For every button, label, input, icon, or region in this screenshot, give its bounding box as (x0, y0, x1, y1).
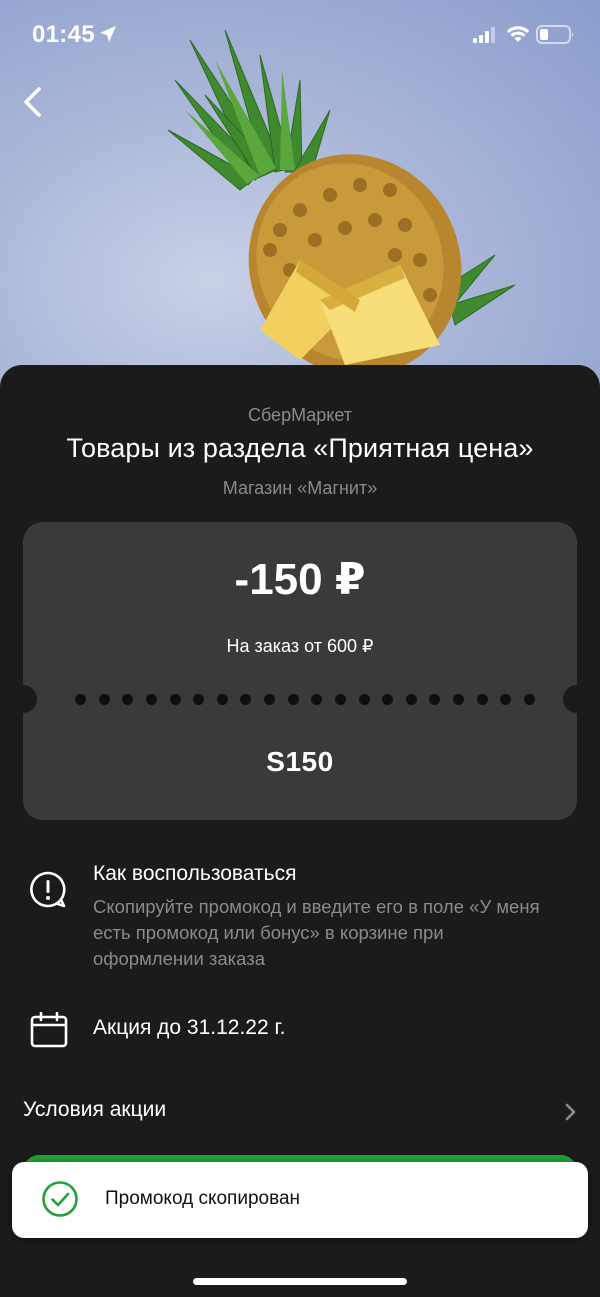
chevron-left-icon (24, 87, 41, 117)
terms-row[interactable]: Условия акции (0, 1095, 600, 1127)
check-circle-icon (41, 1180, 79, 1223)
wifi-icon (506, 24, 530, 49)
promo-ticket: -150 ₽ На заказ от 600 ₽ S150 (23, 522, 577, 820)
back-button[interactable] (12, 82, 52, 122)
chevron-right-icon (564, 1103, 578, 1126)
alert-chat-icon (28, 870, 68, 915)
terms-label: Условия акции (23, 1098, 167, 1121)
how-to-title: Как воспользоваться (93, 862, 297, 885)
promo-screen: 01:45 СберМаркет Товары из раздела «Прия… (0, 0, 600, 1297)
promo-sheet: СберМаркет Товары из раздела «Приятная ц… (0, 365, 600, 1297)
status-bar: 01:45 (0, 0, 600, 72)
shop-name: Магазин «Магнит» (222, 478, 378, 498)
home-indicator[interactable] (193, 1278, 407, 1285)
cellular-signal-icon (473, 27, 497, 48)
validity-text: Акция до 31.12.22 г. (93, 1016, 286, 1039)
provider-name: СберМаркет (247, 405, 353, 425)
toast-text: Промокод скопирован (105, 1188, 301, 1209)
how-to-text: Скопируйте промокод и введите его в поле… (93, 896, 540, 969)
min-order-text: На заказ от 600 ₽ (226, 636, 374, 656)
location-arrow-icon (98, 24, 118, 49)
discount-amount: -150 ₽ (234, 555, 366, 604)
ticket-perforation (75, 693, 535, 705)
promo-code[interactable]: S150 (23, 746, 577, 778)
calendar-icon (30, 1011, 68, 1053)
status-time: 01:45 (32, 21, 95, 48)
page-title: Товары из раздела «Приятная цена» (66, 433, 534, 463)
battery-icon (536, 25, 576, 50)
copied-toast: Промокод скопирован (12, 1162, 588, 1238)
